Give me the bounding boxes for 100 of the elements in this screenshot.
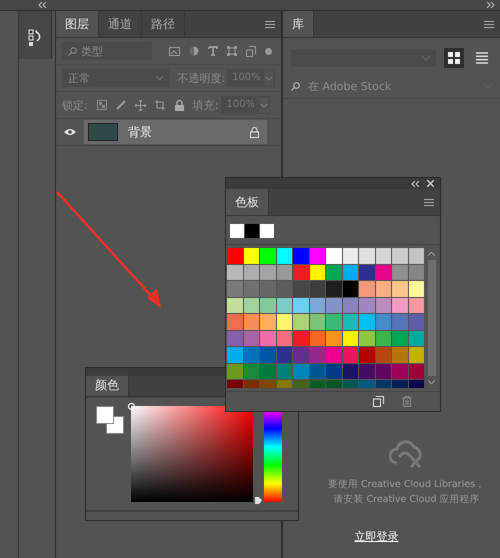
color-swatch[interactable] [408, 281, 424, 296]
recent-swatch[interactable] [230, 224, 244, 238]
double-chevron-icon[interactable] [486, 2, 495, 8]
sign-in-link[interactable]: 立即登录 [354, 529, 398, 544]
recent-swatch[interactable] [245, 224, 259, 238]
color-swatch[interactable] [359, 281, 374, 296]
color-swatch[interactable] [276, 314, 292, 330]
lock-icon[interactable] [174, 100, 184, 110]
recent-swatch[interactable] [260, 224, 274, 238]
color-swatch[interactable] [276, 248, 292, 264]
foreground-color-swatch[interactable] [96, 406, 114, 424]
color-swatch[interactable] [260, 264, 276, 280]
caret-icon[interactable] [263, 69, 275, 87]
color-swatch[interactable] [244, 314, 259, 330]
color-swatch[interactable] [227, 281, 242, 296]
toggle-dot-icon[interactable] [265, 48, 272, 54]
color-swatch[interactable] [326, 298, 342, 313]
color-swatch[interactable] [342, 264, 358, 280]
artboard-icon[interactable] [154, 100, 166, 110]
color-swatch[interactable] [326, 364, 342, 379]
up-caret-icon[interactable] [428, 252, 435, 256]
trash-icon[interactable] [402, 396, 412, 407]
color-swatch[interactable] [342, 330, 358, 346]
caret-icon[interactable] [258, 96, 270, 114]
eye-icon[interactable] [64, 128, 76, 136]
color-swatch[interactable] [293, 347, 308, 362]
double-chevron-icon[interactable] [411, 180, 419, 186]
color-swatch[interactable] [276, 264, 292, 280]
color-swatch[interactable] [293, 281, 308, 296]
color-swatch[interactable] [244, 347, 259, 362]
color-swatch[interactable] [359, 330, 374, 346]
color-swatch[interactable] [359, 314, 374, 330]
color-swatch[interactable] [359, 264, 374, 280]
color-swatch[interactable] [260, 347, 276, 362]
color-swatch[interactable] [392, 364, 408, 379]
checker-icon[interactable] [96, 100, 107, 110]
color-swatch[interactable] [342, 281, 358, 296]
color-swatch[interactable] [276, 364, 292, 379]
color-swatch[interactable] [359, 298, 374, 313]
color-swatch[interactable] [376, 364, 391, 379]
color-swatch[interactable] [310, 281, 325, 296]
color-swatch[interactable] [392, 347, 408, 362]
color-swatch[interactable] [392, 298, 408, 313]
color-swatch[interactable] [227, 314, 242, 330]
panel-tab[interactable]: 通道 [99, 11, 142, 37]
color-swatch[interactable] [342, 314, 358, 330]
color-swatch[interactable] [293, 364, 308, 379]
color-swatch[interactable] [293, 314, 308, 330]
picker-handle-icon[interactable] [128, 403, 136, 410]
color-swatch[interactable] [310, 264, 325, 280]
panel-tab[interactable]: 路径 [142, 11, 185, 37]
color-swatch[interactable] [244, 364, 259, 379]
panel-tab[interactable]: 图层 [56, 11, 99, 37]
color-swatch[interactable] [392, 281, 408, 296]
color-swatch[interactable] [408, 330, 424, 346]
color-swatch[interactable] [260, 314, 276, 330]
half-circle-icon[interactable] [189, 46, 199, 56]
color-swatch[interactable] [408, 248, 424, 264]
color-swatch[interactable] [310, 248, 325, 264]
filter-dropdown[interactable]: 类型 [62, 42, 152, 60]
color-swatch[interactable] [392, 314, 408, 330]
menu-icon[interactable] [424, 199, 434, 206]
color-swatch[interactable] [260, 248, 276, 264]
transform-icon[interactable] [227, 46, 237, 56]
color-swatch[interactable] [326, 248, 342, 264]
color-swatch[interactable] [276, 298, 292, 313]
scroll-thumb[interactable] [428, 260, 436, 376]
color-swatch[interactable] [227, 364, 242, 379]
color-swatch[interactable] [260, 364, 276, 379]
color-swatch[interactable] [244, 330, 259, 346]
layer-item[interactable]: 背景 [84, 120, 267, 144]
color-swatch[interactable] [244, 281, 259, 296]
panel-tab[interactable]: 颜色 [86, 376, 129, 396]
color-swatch[interactable] [227, 264, 242, 280]
color-swatch[interactable] [376, 330, 391, 346]
color-swatch[interactable] [359, 364, 374, 379]
color-swatch[interactable] [260, 298, 276, 313]
color-swatch[interactable] [376, 281, 391, 296]
color-swatch[interactable] [342, 364, 358, 379]
color-swatch[interactable] [276, 330, 292, 346]
search-field[interactable]: 在 Adobe Stock [306, 78, 478, 94]
text-icon[interactable] [208, 46, 218, 56]
color-swatch[interactable] [244, 298, 259, 313]
color-swatch[interactable] [310, 314, 325, 330]
color-swatch[interactable] [359, 347, 374, 362]
color-swatch[interactable] [260, 281, 276, 296]
double-chevron-icon[interactable] [38, 2, 47, 8]
color-swatch[interactable] [276, 281, 292, 296]
image-icon[interactable] [169, 46, 180, 56]
color-swatch[interactable] [227, 330, 242, 346]
color-swatch[interactable] [408, 264, 424, 280]
color-swatch[interactable] [310, 298, 325, 313]
menu-icon[interactable] [484, 21, 494, 28]
color-swatch[interactable] [408, 347, 424, 362]
color-swatch[interactable] [293, 298, 308, 313]
grid-view-button[interactable] [444, 48, 464, 68]
color-swatch[interactable] [310, 330, 325, 346]
color-swatch[interactable] [392, 248, 408, 264]
color-swatch[interactable] [227, 347, 242, 362]
panel-tab[interactable]: 库 [283, 11, 314, 37]
